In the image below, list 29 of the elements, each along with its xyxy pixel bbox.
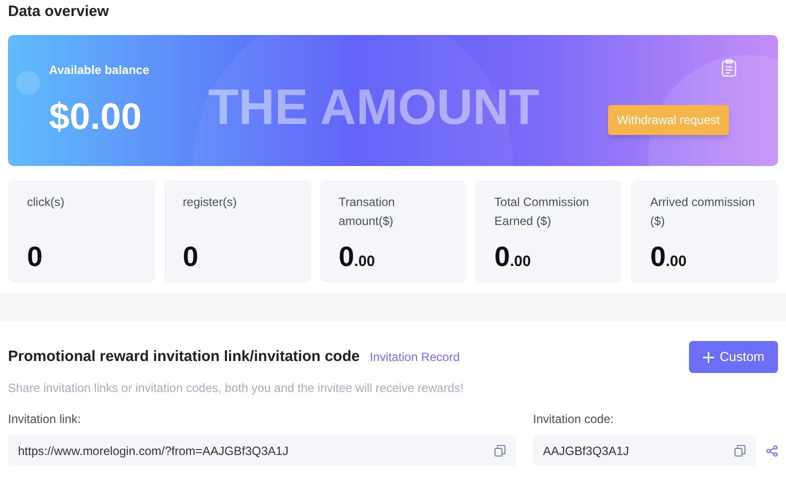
invitation-code-field[interactable]: AAJGBf3Q3A1J [533,435,756,466]
stat-label: Arrived commission ($) [650,194,756,230]
code-label: Invitation code: [533,411,615,428]
stat-value: 0.00 [650,241,688,274]
stat-label: Total Commission Earned ($) [494,194,590,230]
stat-value: 0 [27,241,44,274]
hint-text: Share invitation links or invitation codes, both you and the invitee will receive rewards! [8,380,465,397]
backdrop-text: THE AMOUNT [208,79,540,135]
page-title: Data overview [8,2,110,22]
invitation-record-link[interactable]: Invitation Record [370,348,460,366]
stat-value: 0 [182,241,200,274]
section-title: Promotional reward invitation link/invitation code [8,346,360,367]
copy-icon[interactable] [494,444,506,456]
code-value: AAJGBf3Q3A1J [543,442,630,460]
stat-label: Transation amount($) [338,194,396,230]
custom-button[interactable]: Custom [689,341,778,373]
copy-icon[interactable] [734,444,746,456]
share-icon[interactable] [766,445,778,457]
plus-icon [702,352,714,362]
stat-value: 0.00 [494,241,532,274]
stat-label: click(s) [27,194,66,211]
link-value: https://www.morelogin.com/?from=AAJGBf3Q3A1J [18,442,288,460]
link-label: Invitation link: [8,411,82,428]
stat-label: register(s) [182,194,238,211]
invitation-link-field[interactable]: https://www.morelogin.com/?from=AAJGBf3Q3A1J [8,435,516,466]
stat-value: 0.00 [338,241,376,274]
clipboard-icon[interactable] [721,59,737,77]
balance-label: Available balance [49,62,150,79]
balance-amount: $0.00 [49,95,142,139]
